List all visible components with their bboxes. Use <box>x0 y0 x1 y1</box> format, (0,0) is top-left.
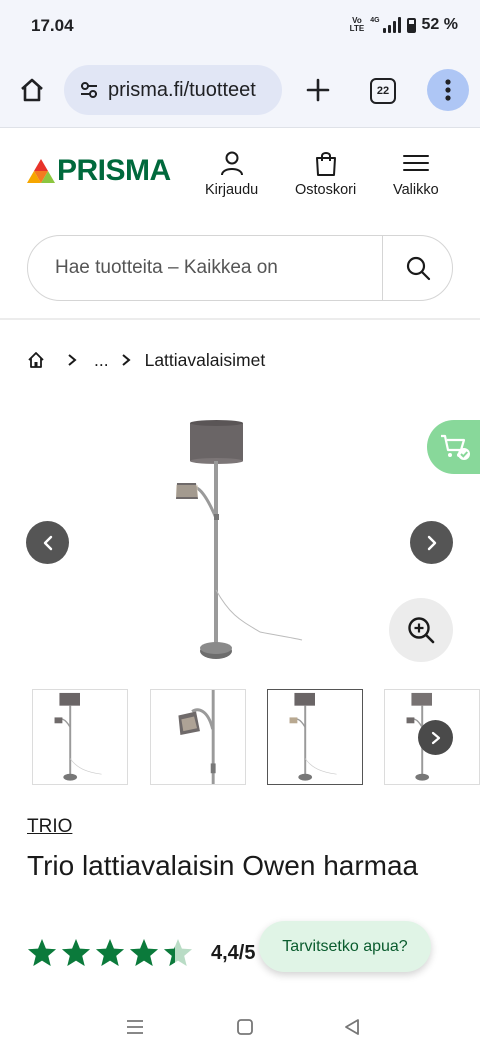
thumbnail-3[interactable] <box>267 689 363 785</box>
help-label: Tarvitsetko apua? <box>282 937 408 955</box>
star-icon <box>62 939 90 966</box>
help-chat-button[interactable]: Tarvitsetko apua? <box>259 921 431 972</box>
thumbnail-2[interactable] <box>150 689 246 785</box>
status-indicators: Vo LTE 4G 52 % <box>350 16 458 34</box>
rating-stars <box>27 938 193 968</box>
star-icon <box>164 939 192 966</box>
android-home-icon[interactable] <box>236 1018 254 1036</box>
product-title: Trio lattiavalaisin Owen harmaa <box>27 850 419 881</box>
star-icon <box>96 939 124 966</box>
menu-label: Valikko <box>393 182 439 198</box>
header-divider <box>0 318 480 320</box>
breadcrumb-home-icon[interactable] <box>27 351 45 369</box>
search-icon <box>406 256 431 281</box>
tab-count: 22 <box>376 85 390 97</box>
browser-toolbar: prisma.fi/tuotteet 22 <box>0 52 480 128</box>
home-icon <box>21 78 43 102</box>
battery-icon <box>406 17 416 33</box>
star-icon <box>28 939 56 966</box>
breadcrumb: ... Lattiavalaisimet <box>27 348 265 372</box>
more-vert-icon <box>445 79 451 101</box>
network-type: 4G <box>370 17 380 24</box>
status-bar: 17.04 Vo LTE 4G 52 % <box>0 0 480 52</box>
logo-text: PRISMA <box>57 154 171 187</box>
chevron-left-icon <box>43 535 52 550</box>
battery-percent: 52 % <box>421 16 458 33</box>
rating-value: 4,4/5 <box>211 941 256 964</box>
search-button[interactable] <box>383 236 453 300</box>
image-next-button[interactable] <box>410 521 453 564</box>
signal-icon: 4G <box>370 17 401 33</box>
floating-cart-button[interactable] <box>427 420 480 474</box>
login-label: Kirjaudu <box>205 182 259 198</box>
breadcrumb-current[interactable]: Lattiavalaisimet <box>145 350 266 371</box>
address-bar[interactable]: prisma.fi/tuotteet <box>64 65 282 115</box>
status-time: 17.04 <box>31 16 74 35</box>
new-tab-button[interactable] <box>300 72 336 108</box>
recent-apps-icon[interactable] <box>126 1018 144 1036</box>
chevron-right-icon <box>431 731 440 744</box>
shopping-bag-icon <box>315 152 336 176</box>
product-image[interactable] <box>150 410 320 670</box>
user-icon <box>220 151 243 176</box>
login-button[interactable]: Kirjaudu <box>205 150 258 198</box>
browser-menu-button[interactable] <box>427 69 469 111</box>
menu-button[interactable]: Valikko <box>393 150 439 198</box>
zoom-button[interactable] <box>389 598 453 662</box>
back-icon[interactable] <box>343 1018 361 1036</box>
chevron-right-icon <box>121 353 131 367</box>
hamburger-icon <box>402 155 429 171</box>
product-rating[interactable]: 4,4/5 <box>27 938 255 968</box>
site-settings-icon[interactable] <box>78 79 100 101</box>
volte-icon: Vo LTE <box>349 16 365 33</box>
url-text: prisma.fi/tuotteet <box>108 78 256 101</box>
plus-icon <box>306 78 330 102</box>
chevron-right-icon <box>427 535 436 550</box>
cart-button[interactable]: Ostoskori <box>295 150 356 198</box>
prisma-logo-mark <box>27 159 55 183</box>
image-prev-button[interactable] <box>26 521 69 564</box>
browser-home-button[interactable] <box>14 72 50 108</box>
tab-switcher-button[interactable]: 22 <box>370 78 396 104</box>
breadcrumb-ellipsis[interactable]: ... <box>94 350 109 371</box>
chevron-right-icon <box>67 353 77 367</box>
zoom-in-icon <box>408 617 435 644</box>
thumbnail-1[interactable] <box>32 689 128 785</box>
thumbnail-strip <box>32 689 480 785</box>
search-input[interactable] <box>28 236 382 300</box>
product-brand-link[interactable]: TRIO <box>27 816 72 838</box>
cart-label: Ostoskori <box>295 182 357 198</box>
thumbnail-next-button[interactable] <box>418 720 453 755</box>
star-icon <box>130 939 158 966</box>
search-bar <box>27 235 453 301</box>
android-navigation-bar <box>0 1000 480 1056</box>
cart-check-icon <box>441 434 470 460</box>
prisma-logo[interactable]: PRISMA <box>26 154 171 187</box>
